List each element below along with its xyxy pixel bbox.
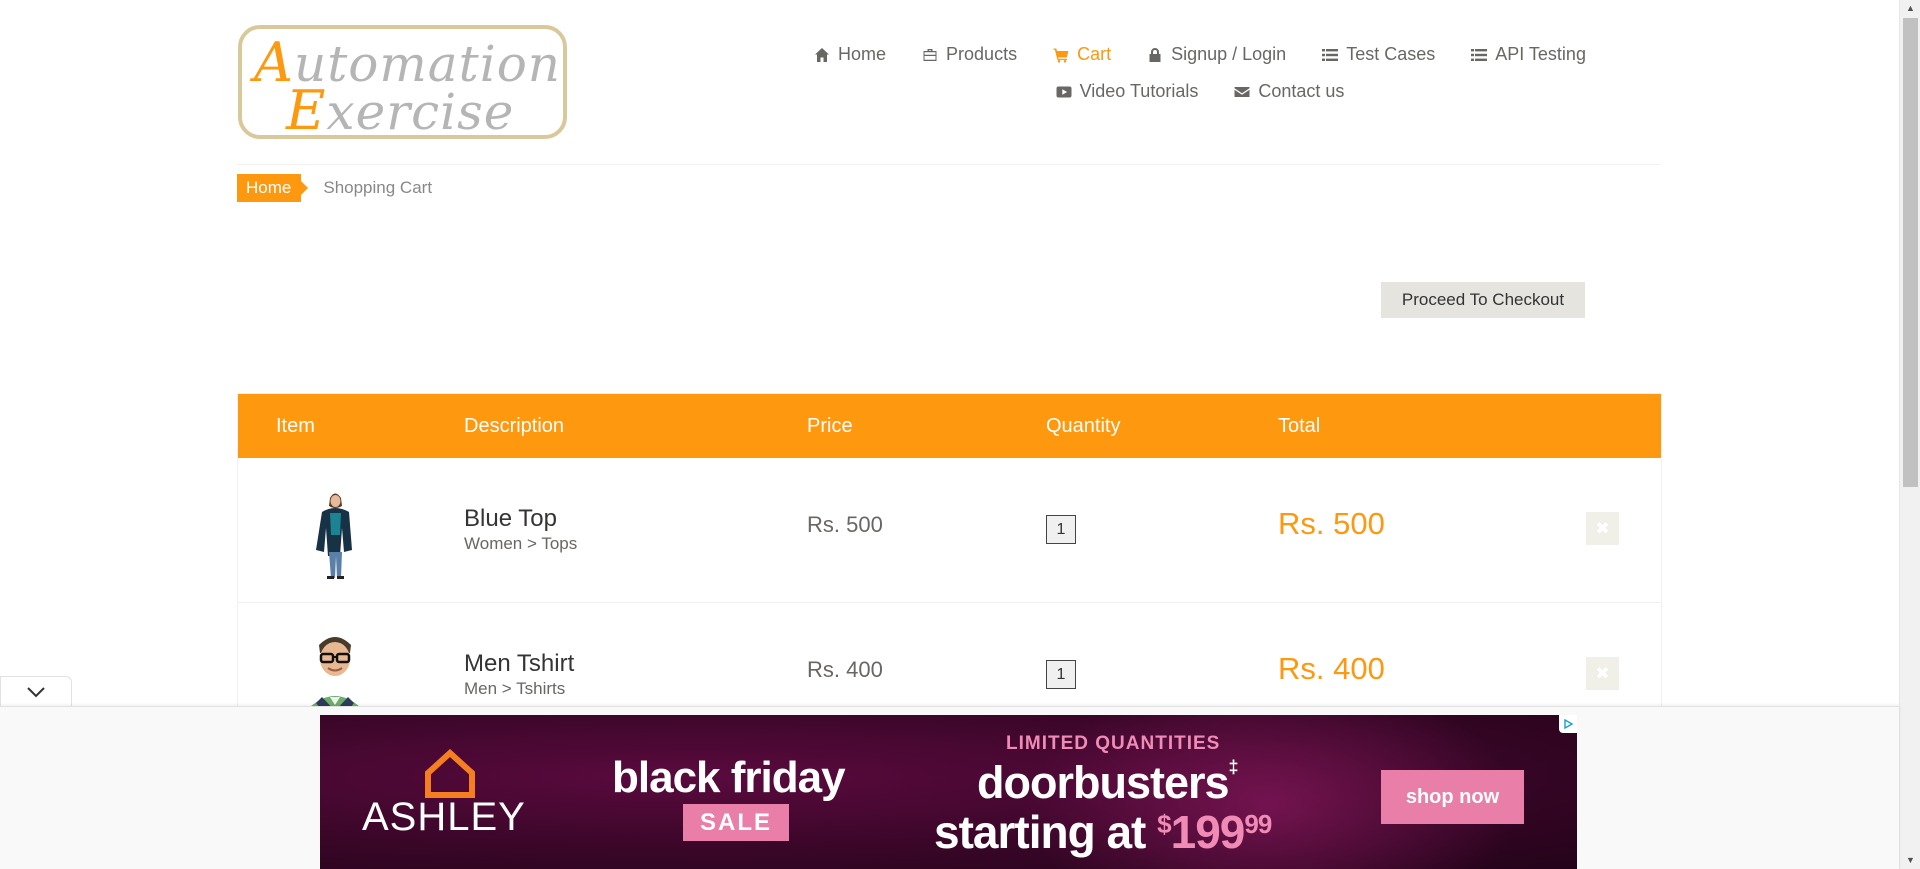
product-total: Rs. 400 [1278,651,1385,686]
scroll-up-arrow-icon[interactable]: ▲ [1900,0,1920,17]
logo-rest-2: xercise [326,83,515,141]
nav-row-2: Video Tutorials Contact us [700,73,1700,110]
ad-price: $19999 [1157,806,1272,858]
ad-banner[interactable]: ASHLEY black friday SALE LIMITED QUANTIT… [320,715,1577,869]
ad-price-currency: $ [1157,809,1172,839]
ad-line-2-prefix: starting at [934,806,1158,858]
scroll-thumb[interactable] [1903,18,1918,487]
adchoices-icon[interactable] [1559,715,1577,733]
nav-api-testing[interactable]: API Testing [1471,44,1586,65]
nav-home[interactable]: Home [814,44,886,65]
scroll-down-arrow-icon[interactable]: ▼ [1900,852,1920,869]
nav-signup-login[interactable]: Signup / Login [1147,44,1286,65]
ad-price-main: 199 [1170,806,1246,858]
nav-cart[interactable]: Cart [1053,44,1111,65]
breadcrumb-current: Shopping Cart [323,178,433,197]
nav-contact-us[interactable]: Contact us [1234,81,1344,102]
header-quantity: Quantity [1046,415,1121,437]
main-nav: Home Products Cart Signup / Login Test C… [700,36,1700,110]
page-scrollbar[interactable]: ▲ ▼ [1899,0,1920,869]
ad-price-cents: 99 [1244,809,1272,839]
nav-products[interactable]: Products [922,44,1017,65]
product-name[interactable]: Blue Top [464,505,557,533]
delete-item-button[interactable]: ✖ [1586,512,1619,545]
ad-sale-badge: SALE [683,804,789,841]
chevron-down-icon [27,687,45,698]
adchoices-triangle-icon [1564,719,1573,729]
product-price: Rs. 500 [807,512,883,537]
table-row: Blue Top Women > Tops Rs. 500 1 Rs. 500 … [238,458,1661,603]
header-total: Total [1278,415,1321,437]
product-price: Rs. 400 [807,657,883,682]
product-quantity[interactable]: 1 [1046,660,1076,689]
ashley-house-icon [425,749,475,798]
nav-cart-label: Cart [1077,44,1112,64]
ad-line-1-mark: ‡ [1228,757,1239,777]
product-category: Women > Tops [464,534,578,553]
envelope-icon [1234,86,1250,97]
header-price: Price [807,415,853,437]
ad-line-2: starting at $19999 [934,805,1272,859]
header-item: Item [276,415,315,437]
times-icon: ✖ [1595,519,1610,538]
product-category: Men > Tshirts [464,679,566,698]
proceed-to-checkout-button[interactable]: Proceed To Checkout [1381,282,1585,318]
cart-table-header: Item Description Price Quantity Total [238,394,1661,458]
breadcrumb: Home Shopping Cart [237,174,432,202]
list-icon [1322,48,1339,61]
product-quantity[interactable]: 1 [1046,515,1076,544]
nav-api-testing-label: API Testing [1495,44,1586,64]
header-description: Description [464,415,565,437]
logo-cap-2: E [286,79,327,142]
lock-icon [1149,47,1161,62]
nav-contact-us-label: Contact us [1258,81,1345,101]
logo-line-2: Exercise [286,79,514,142]
ad-line-1: doorbusters‡ [977,757,1239,809]
delete-item-button[interactable]: ✖ [1586,657,1619,690]
nav-products-label: Products [946,44,1018,64]
cart-icon [1053,48,1069,63]
nav-signup-login-label: Signup / Login [1171,44,1287,64]
site-logo[interactable]: Automation Exercise [238,25,567,142]
ad-shop-now-button[interactable]: shop now [1381,770,1524,824]
ad-brand: ASHLEY [362,795,526,839]
list-icon [1471,48,1488,61]
home-icon [815,47,830,62]
youtube-play-icon [1056,86,1072,97]
product-name[interactable]: Men Tshirt [464,650,574,678]
nav-video-tutorials[interactable]: Video Tutorials [1056,81,1199,102]
briefcase-icon [923,48,937,61]
product-image-blue-top[interactable] [300,482,370,582]
times-icon: ✖ [1595,664,1610,683]
nav-test-cases-label: Test Cases [1346,44,1436,64]
product-total: Rs. 500 [1278,506,1385,541]
nav-test-cases[interactable]: Test Cases [1322,44,1435,65]
breadcrumb-home[interactable]: Home [237,174,309,202]
nav-row-1: Home Products Cart Signup / Login Test C… [700,36,1700,73]
header-divider [237,164,1661,165]
ad-kicker: LIMITED QUANTITIES [1006,733,1221,754]
ad-collapse-toggle[interactable] [0,676,72,707]
cart-table: Item Description Price Quantity Total Bl… [237,393,1662,749]
nav-home-label: Home [838,44,887,64]
ad-headline: black friday [612,753,846,802]
ad-line-1-text: doorbusters [977,757,1230,808]
nav-video-tutorials-label: Video Tutorials [1079,81,1199,101]
